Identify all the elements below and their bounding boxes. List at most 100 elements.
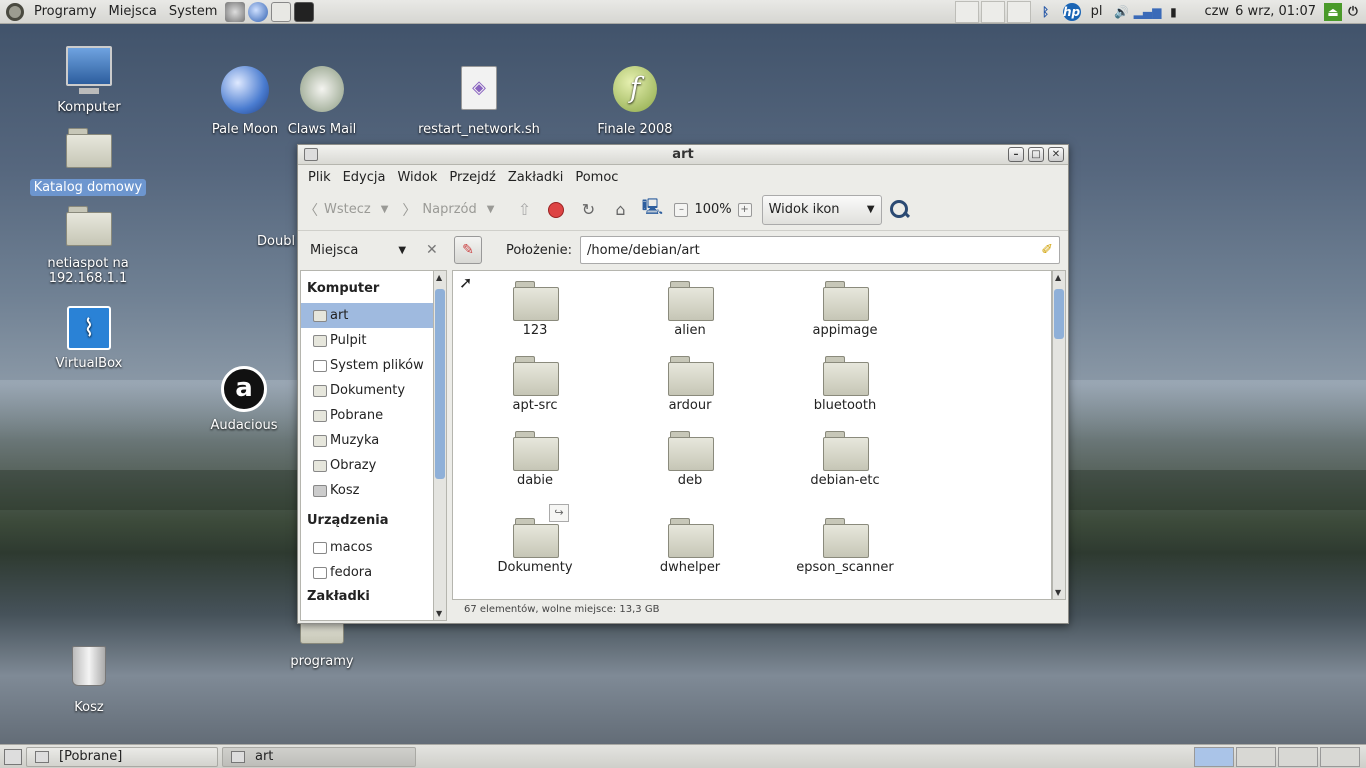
- sidebar-item-fedora[interactable]: fedora: [301, 560, 433, 585]
- gnome-foot-icon[interactable]: [6, 2, 24, 21]
- sidebar-close-icon[interactable]: ✕: [426, 242, 438, 258]
- menu-plik[interactable]: Plik: [302, 168, 337, 187]
- file-item[interactable]: ↪ Dokumenty: [475, 504, 595, 575]
- sidebar-item-muzyka[interactable]: Muzyka: [301, 428, 433, 453]
- view-mode-select[interactable]: Widok ikon ▼: [761, 194, 882, 225]
- edit-location-button[interactable]: ✎: [454, 236, 482, 264]
- desktop-icon-restart-network[interactable]: ◈ restart_network.sh: [414, 66, 544, 137]
- computer-icon[interactable]: 🖳: [641, 197, 663, 221]
- icon-view[interactable]: 123 alien appimage apt-src ardour blueto…: [452, 270, 1052, 600]
- launcher-terminal-icon[interactable]: [294, 1, 315, 22]
- sidebar-item-macos[interactable]: macos: [301, 535, 433, 560]
- window-folder-icon[interactable]: [304, 148, 318, 161]
- location-input[interactable]: /home/debian/art ✐: [580, 236, 1061, 264]
- show-desktop-icon[interactable]: [4, 748, 22, 765]
- tray-slot-2[interactable]: [980, 0, 1005, 23]
- file-item[interactable]: alien: [630, 281, 750, 338]
- clear-broom-icon[interactable]: ✐: [1041, 242, 1053, 258]
- scroll-down-icon[interactable]: ▼: [1055, 588, 1061, 597]
- desktop-icon-claws-mail[interactable]: Claws Mail: [277, 66, 367, 137]
- file-item[interactable]: epson_scanner: [785, 518, 905, 575]
- up-arrow-icon[interactable]: ⇧: [513, 199, 535, 221]
- menu-pomoc[interactable]: Pomoc: [569, 168, 624, 187]
- menu-przejdz[interactable]: Przejdź: [443, 168, 501, 187]
- task-art[interactable]: art: [222, 746, 416, 767]
- zoom-in-icon[interactable]: +: [737, 202, 752, 217]
- workspace-3[interactable]: [1278, 746, 1318, 767]
- sidebar-item-system-plikow[interactable]: System plików: [301, 353, 433, 378]
- home-icon[interactable]: ⌂: [609, 199, 631, 221]
- keyboard-layout-indicator[interactable]: pl: [1091, 4, 1103, 19]
- back-history-dropdown-icon[interactable]: ▼: [381, 204, 389, 215]
- volume-icon[interactable]: 🔊: [1112, 3, 1130, 21]
- sidebar-item-dokumenty[interactable]: Dokumenty: [301, 378, 433, 403]
- file-item[interactable]: 123: [475, 281, 595, 338]
- desktop-icon-computer[interactable]: Komputer: [44, 46, 134, 115]
- window-titlebar[interactable]: art – □ ✕: [298, 145, 1068, 165]
- file-item[interactable]: appimage: [785, 281, 905, 338]
- stop-icon[interactable]: [545, 199, 567, 221]
- icon-view-scrollbar[interactable]: ▲ ▼: [1052, 270, 1066, 600]
- scroll-up-icon[interactable]: ▲: [436, 273, 442, 282]
- menu-system[interactable]: System: [165, 4, 221, 19]
- launcher-notes-icon[interactable]: [271, 1, 292, 22]
- sidebar-item-pobrane[interactable]: Pobrane: [301, 403, 433, 428]
- desktop-icon-programy[interactable]: programy: [277, 620, 367, 669]
- power-icon[interactable]: ⏻: [1344, 3, 1362, 21]
- desktop-icon-netiaspot[interactable]: netiaspot na 192.168.1.1: [28, 206, 148, 286]
- network-signal-icon[interactable]: ▂▄▆: [1134, 3, 1162, 21]
- launcher-browser-icon[interactable]: [248, 1, 269, 22]
- scroll-up-icon[interactable]: ▲: [1055, 273, 1061, 282]
- sidebar-item-art[interactable]: art: [301, 303, 433, 328]
- sidebar-item-kosz[interactable]: Kosz: [301, 478, 433, 503]
- scrollbar-thumb[interactable]: [435, 289, 445, 479]
- sidebar-selector[interactable]: Miejsca ▼ ✕: [302, 234, 442, 266]
- desktop-icon-audacious[interactable]: a Audacious: [199, 366, 289, 433]
- search-icon[interactable]: [888, 198, 912, 222]
- hp-icon[interactable]: hp: [1062, 2, 1081, 21]
- logout-icon[interactable]: ⏏: [1324, 2, 1342, 21]
- bluetooth-icon[interactable]: ᛒ: [1037, 3, 1055, 21]
- chevron-down-icon[interactable]: ▼: [398, 245, 406, 256]
- workspace-4[interactable]: [1320, 746, 1360, 767]
- workspace-2[interactable]: [1236, 746, 1276, 767]
- zoom-out-icon[interactable]: –: [674, 202, 689, 217]
- scroll-down-icon[interactable]: ▼: [436, 609, 442, 618]
- maximize-button[interactable]: □: [1028, 147, 1044, 162]
- reload-icon[interactable]: ↻: [577, 199, 599, 221]
- file-item[interactable]: deb: [630, 431, 750, 488]
- file-item[interactable]: bluetooth: [785, 356, 905, 413]
- sidebar-item-obrazy[interactable]: Obrazy: [301, 453, 433, 478]
- close-button[interactable]: ✕: [1048, 147, 1064, 162]
- back-button[interactable]: 〈 Wstecz: [304, 200, 371, 220]
- menu-miejsca[interactable]: Miejsca: [105, 4, 161, 19]
- menu-zakladki[interactable]: Zakładki: [502, 168, 569, 187]
- file-item[interactable]: apt-src: [475, 356, 595, 413]
- scrollbar-thumb[interactable]: [1054, 289, 1064, 339]
- file-item[interactable]: dabie: [475, 431, 595, 488]
- desktop-icon-home-folder[interactable]: Katalog domowy: [28, 128, 148, 196]
- battery-icon[interactable]: ▮: [1164, 3, 1182, 21]
- forward-history-dropdown-icon[interactable]: ▼: [487, 204, 495, 215]
- sidebar-scrollbar[interactable]: ▲ ▼: [433, 270, 447, 621]
- task-pobrane[interactable]: [Pobrane]: [26, 746, 218, 767]
- tray-slot-3[interactable]: [1006, 0, 1031, 23]
- desktop-icon-finale[interactable]: f Finale 2008: [590, 66, 680, 137]
- file-item[interactable]: dwhelper: [630, 518, 750, 575]
- desktop-icon-virtualbox[interactable]: ⌇ VirtualBox: [44, 306, 134, 371]
- clock-day[interactable]: czw: [1204, 4, 1229, 19]
- menu-widok[interactable]: Widok: [391, 168, 443, 187]
- clock-datetime[interactable]: 6 wrz, 01:07: [1235, 4, 1316, 19]
- tray-slot-1[interactable]: [954, 0, 979, 23]
- desktop-icon-partial[interactable]: Doubl: [257, 234, 297, 249]
- file-item[interactable]: ardour: [630, 356, 750, 413]
- launcher-settings-icon[interactable]: [225, 1, 246, 22]
- minimize-button[interactable]: –: [1008, 147, 1024, 162]
- forward-button[interactable]: 〉 Naprzód: [402, 200, 476, 220]
- file-item[interactable]: debian-etc: [785, 431, 905, 488]
- menu-programy[interactable]: Programy: [30, 4, 101, 19]
- workspace-1[interactable]: [1194, 746, 1234, 767]
- menu-edycja[interactable]: Edycja: [337, 168, 392, 187]
- desktop-icon-trash[interactable]: Kosz: [44, 646, 134, 715]
- sidebar-item-pulpit[interactable]: Pulpit: [301, 328, 433, 353]
